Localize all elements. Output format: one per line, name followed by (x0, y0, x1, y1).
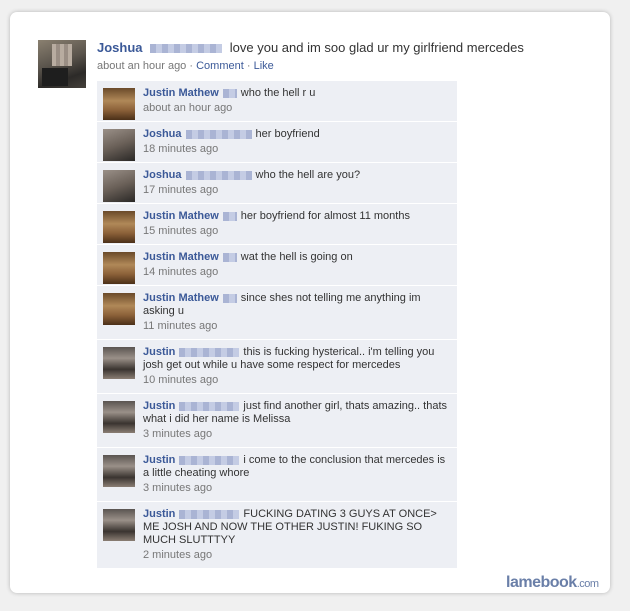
comment-body: Joshua her boyfriend (143, 128, 451, 141)
post-text: love you and im soo glad ur my girlfrien… (229, 40, 524, 55)
post-header: Joshua love you and im soo glad ur my gi… (97, 40, 524, 55)
post-author-name[interactable]: Joshua (97, 40, 143, 55)
censored-surname (222, 88, 237, 98)
comment-time: 17 minutes ago (143, 184, 219, 196)
comment-text: her boyfriend for almost 11 months (240, 210, 410, 222)
comment-item: Justin Mathew her boyfriend for almost 11… (97, 204, 457, 245)
meta-separator: · (189, 60, 194, 72)
censored-surname (179, 347, 240, 357)
commenter-name[interactable]: Joshua (143, 128, 182, 140)
comment-item: Justin i come to the conclusion that merc… (97, 448, 457, 502)
commenter-avatar[interactable] (103, 509, 135, 541)
commenter-avatar[interactable] (103, 293, 135, 325)
commenter-avatar[interactable] (103, 347, 135, 379)
commenter-avatar[interactable] (103, 401, 135, 433)
comment-time: 3 minutes ago (143, 482, 213, 494)
post-time: about an hour ago (97, 60, 187, 72)
comment-item: Justin Mathew since shes not telling me a… (97, 286, 457, 340)
censored-surname (150, 44, 223, 54)
comment-item: Joshua her boyfriend 18 minutes ago (97, 122, 457, 163)
comment-body: Justin Mathew since shes not telling me a… (143, 292, 451, 318)
censored-surname (179, 509, 240, 519)
post-author-avatar[interactable] (38, 40, 86, 88)
comment-list: Justin Mathew who the hell r u about an ho… (97, 81, 457, 569)
like-link[interactable]: Like (254, 60, 274, 72)
comment-time: 18 minutes ago (143, 143, 219, 155)
censored-surname (222, 293, 237, 303)
commenter-name[interactable]: Justin (143, 346, 175, 358)
comment-time: about an hour ago (143, 102, 233, 114)
commenter-avatar[interactable] (103, 129, 135, 161)
comment-body: Justin i come to the conclusion that merc… (143, 454, 451, 480)
comment-time: 10 minutes ago (143, 374, 219, 386)
commenter-avatar[interactable] (103, 252, 135, 284)
commenter-name[interactable]: Justin Mathew (143, 87, 219, 99)
censored-surname (179, 455, 240, 465)
comment-item: Justin Mathew wat the hell is going on 14 … (97, 245, 457, 286)
comment-item: Justin just find another girl, thats amaz… (97, 394, 457, 448)
commenter-avatar[interactable] (103, 455, 135, 487)
commenter-name[interactable]: Justin Mathew (143, 251, 219, 263)
commenter-name[interactable]: Justin Mathew (143, 292, 219, 304)
commenter-name[interactable]: Justin Mathew (143, 210, 219, 222)
censored-surname (185, 170, 252, 180)
censored-surname (179, 401, 240, 411)
comment-body: Justin Mathew who the hell r u (143, 87, 451, 100)
censored-surname (222, 252, 237, 262)
comment-time: 11 minutes ago (143, 320, 218, 332)
comment-item: Joshua who the hell are you? 17 minutes ag… (97, 163, 457, 204)
comment-text: wat the hell is going on (240, 251, 353, 263)
comment-text: who the hell r u (240, 87, 316, 99)
censored-face (52, 44, 72, 66)
comment-body: Justin just find another girl, thats amaz… (143, 400, 451, 426)
watermark-name: lamebook (506, 574, 577, 591)
meta-separator: · (246, 60, 251, 72)
commenter-name[interactable]: Justin (143, 454, 175, 466)
comment-text: her boyfriend (255, 128, 320, 140)
avatar-detail (42, 68, 68, 86)
comment-item: Justin this is fucking hysterical.. i'm t… (97, 340, 457, 394)
commenter-name[interactable]: Joshua (143, 169, 182, 181)
watermark-tld: .com (576, 578, 599, 590)
comment-time: 15 minutes ago (143, 225, 219, 237)
comment-body: Justin Mathew her boyfriend for almost 11… (143, 210, 451, 223)
comment-item: Justin FUCKING DATING 3 GUYS AT ONCE> ME … (97, 502, 457, 569)
comment-link[interactable]: Comment (196, 60, 244, 72)
comment-body: Justin Mathew wat the hell is going on (143, 251, 451, 264)
commenter-name[interactable]: Justin (143, 400, 175, 412)
site-watermark: lamebook.com (506, 574, 599, 592)
commenter-avatar[interactable] (103, 170, 135, 202)
post-meta: about an hour ago · Comment · Like (97, 60, 274, 72)
commenter-name[interactable]: Justin (143, 508, 175, 520)
comment-item: Justin Mathew who the hell r u about an ho… (97, 81, 457, 122)
comment-body: Justin FUCKING DATING 3 GUYS AT ONCE> ME … (143, 508, 451, 547)
post-card: Joshua love you and im soo glad ur my gi… (10, 12, 610, 593)
censored-surname (185, 129, 252, 139)
comment-body: Joshua who the hell are you? (143, 169, 451, 182)
commenter-avatar[interactable] (103, 88, 135, 120)
comment-time: 14 minutes ago (143, 266, 219, 278)
comment-time: 2 minutes ago (143, 549, 213, 561)
comment-text: who the hell are you? (255, 169, 361, 181)
comment-body: Justin this is fucking hysterical.. i'm t… (143, 346, 451, 372)
comment-time: 3 minutes ago (143, 428, 213, 440)
censored-surname (222, 211, 237, 221)
commenter-avatar[interactable] (103, 211, 135, 243)
